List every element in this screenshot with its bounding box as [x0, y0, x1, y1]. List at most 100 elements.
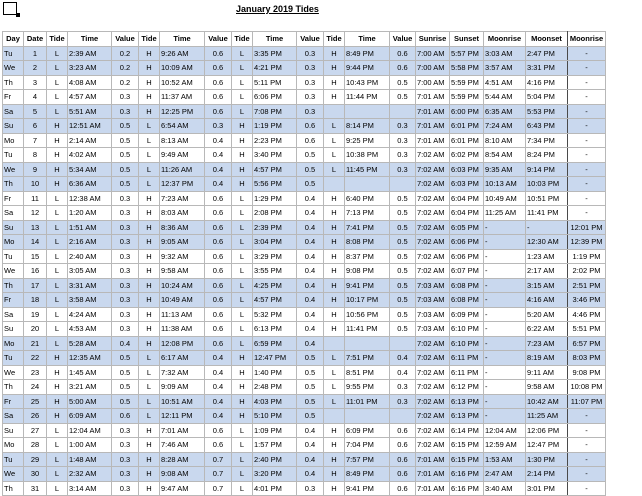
- cell-v2[interactable]: 0.6: [205, 336, 232, 351]
- cell-v2[interactable]: 0.6: [205, 278, 232, 293]
- cell-t2[interactable]: L: [139, 133, 160, 148]
- cell-sunset[interactable]: 6:11 PM: [450, 365, 484, 380]
- cell-sunrise[interactable]: 7:01 AM: [416, 452, 450, 467]
- cell-t4[interactable]: H: [324, 438, 345, 453]
- cell-v2[interactable]: 0.4: [205, 133, 232, 148]
- cell-date[interactable]: 29: [24, 452, 47, 467]
- cell-tm4[interactable]: 8:14 PM: [345, 119, 390, 134]
- cell-day[interactable]: Su: [3, 322, 24, 337]
- cell-t4[interactable]: H: [324, 264, 345, 279]
- cell-v3[interactable]: 0.5: [297, 162, 324, 177]
- cell-tm4[interactable]: 10:38 PM: [345, 148, 390, 163]
- cell-t2[interactable]: H: [139, 46, 160, 61]
- cell-t3[interactable]: L: [232, 481, 253, 496]
- cell-date[interactable]: 22: [24, 351, 47, 366]
- cell-ms1[interactable]: 9:14 PM: [526, 162, 568, 177]
- cell-tm4[interactable]: [345, 104, 390, 119]
- cell-t2[interactable]: H: [139, 452, 160, 467]
- cell-tm2[interactable]: 6:54 AM: [160, 119, 205, 134]
- cell-t1[interactable]: H: [47, 409, 68, 424]
- cell-day[interactable]: Th: [3, 380, 24, 395]
- cell-t2[interactable]: H: [139, 191, 160, 206]
- cell-t2[interactable]: H: [139, 438, 160, 453]
- cell-t3[interactable]: L: [232, 264, 253, 279]
- cell-t4[interactable]: H: [324, 249, 345, 264]
- cell-tm2[interactable]: 11:26 AM: [160, 162, 205, 177]
- cell-t4[interactable]: H: [324, 481, 345, 496]
- cell-day[interactable]: We: [3, 264, 24, 279]
- cell-t4[interactable]: L: [324, 380, 345, 395]
- cell-v2[interactable]: 0.4: [205, 148, 232, 163]
- cell-mr2[interactable]: 1:19 PM: [568, 249, 606, 264]
- cell-v1[interactable]: 0.3: [112, 278, 139, 293]
- cell-mr2[interactable]: -: [568, 61, 606, 76]
- cell-mr2[interactable]: 12:01 PM: [568, 220, 606, 235]
- cell-mr1[interactable]: 12:04 AM: [484, 423, 526, 438]
- cell-t1[interactable]: L: [47, 46, 68, 61]
- cell-tm3[interactable]: 3:20 PM: [253, 467, 297, 482]
- cell-v3[interactable]: 0.5: [297, 394, 324, 409]
- cell-tm3[interactable]: 6:06 PM: [253, 90, 297, 105]
- cell-ms1[interactable]: 1:23 AM: [526, 249, 568, 264]
- cell-tm2[interactable]: 7:32 AM: [160, 365, 205, 380]
- cell-tm1[interactable]: 1:00 AM: [68, 438, 112, 453]
- cell-mr2[interactable]: -: [568, 90, 606, 105]
- cell-tm1[interactable]: 5:00 AM: [68, 394, 112, 409]
- cell-sunset[interactable]: 6:06 PM: [450, 235, 484, 250]
- cell-date[interactable]: 15: [24, 249, 47, 264]
- cell-v1[interactable]: 0.5: [112, 162, 139, 177]
- cell-mr2[interactable]: -: [568, 206, 606, 221]
- cell-mr1[interactable]: -: [484, 394, 526, 409]
- cell-mr2[interactable]: -: [568, 423, 606, 438]
- cell-t3[interactable]: L: [232, 249, 253, 264]
- cell-date[interactable]: 8: [24, 148, 47, 163]
- cell-day[interactable]: Fr: [3, 191, 24, 206]
- cell-v4[interactable]: 0.3: [390, 380, 416, 395]
- cell-mr1[interactable]: 3:03 AM: [484, 46, 526, 61]
- cell-t1[interactable]: L: [47, 278, 68, 293]
- cell-t4[interactable]: H: [324, 235, 345, 250]
- cell-tm2[interactable]: 9:08 AM: [160, 467, 205, 482]
- cell-t2[interactable]: L: [139, 148, 160, 163]
- cell-mr1[interactable]: 10:13 AM: [484, 177, 526, 192]
- cell-t3[interactable]: L: [232, 206, 253, 221]
- cell-date[interactable]: 19: [24, 307, 47, 322]
- cell-tm4[interactable]: [345, 336, 390, 351]
- cell-mr2[interactable]: -: [568, 75, 606, 90]
- cell-t3[interactable]: L: [232, 191, 253, 206]
- cell-tm1[interactable]: 6:09 AM: [68, 409, 112, 424]
- cell-v3[interactable]: 0.5: [297, 177, 324, 192]
- cell-sunset[interactable]: 6:00 PM: [450, 104, 484, 119]
- cell-v3[interactable]: 0.5: [297, 365, 324, 380]
- cell-tm2[interactable]: 12:11 PM: [160, 409, 205, 424]
- cell-t4[interactable]: [324, 104, 345, 119]
- cell-mr2[interactable]: 2:51 PM: [568, 278, 606, 293]
- cell-tm1[interactable]: 2:39 AM: [68, 46, 112, 61]
- cell-tm2[interactable]: 10:49 AM: [160, 293, 205, 308]
- cell-tm3[interactable]: 2:39 PM: [253, 220, 297, 235]
- cell-ms1[interactable]: 10:03 PM: [526, 177, 568, 192]
- cell-v1[interactable]: 0.3: [112, 104, 139, 119]
- cell-sunrise[interactable]: 7:02 AM: [416, 438, 450, 453]
- column-header[interactable]: Time: [160, 32, 205, 47]
- cell-mr1[interactable]: -: [484, 235, 526, 250]
- cell-v3[interactable]: 0.3: [297, 104, 324, 119]
- column-header[interactable]: Moonrise: [568, 32, 606, 47]
- cell-date[interactable]: 7: [24, 133, 47, 148]
- cell-day[interactable]: Tu: [3, 249, 24, 264]
- cell-v2[interactable]: 0.7: [205, 481, 232, 496]
- cell-v2[interactable]: 0.6: [205, 220, 232, 235]
- cell-ms1[interactable]: 7:34 PM: [526, 133, 568, 148]
- cell-t3[interactable]: H: [232, 162, 253, 177]
- cell-t1[interactable]: L: [47, 307, 68, 322]
- cell-ms1[interactable]: 2:14 PM: [526, 467, 568, 482]
- cell-tm2[interactable]: 10:24 AM: [160, 278, 205, 293]
- cell-v3[interactable]: 0.3: [297, 90, 324, 105]
- cell-date[interactable]: 16: [24, 264, 47, 279]
- cell-date[interactable]: 21: [24, 336, 47, 351]
- cell-mr1[interactable]: -: [484, 322, 526, 337]
- cell-mr2[interactable]: 6:57 PM: [568, 336, 606, 351]
- cell-t4[interactable]: H: [324, 61, 345, 76]
- cell-tm3[interactable]: 5:56 PM: [253, 177, 297, 192]
- column-header[interactable]: Value: [112, 32, 139, 47]
